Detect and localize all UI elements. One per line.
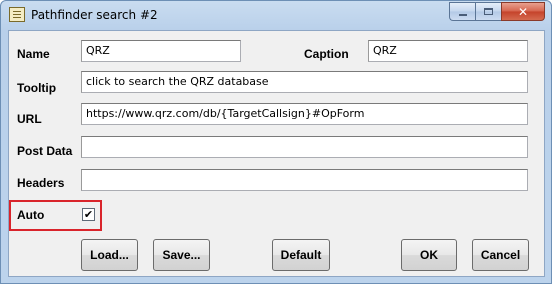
caption-field[interactable]: QRZ	[368, 40, 528, 62]
url-label: URL	[17, 112, 42, 126]
headers-field[interactable]	[81, 169, 528, 191]
caption-label: Caption	[304, 47, 349, 61]
auto-label: Auto	[17, 208, 45, 222]
cancel-button[interactable]: Cancel	[472, 239, 529, 271]
close-icon: ✕	[517, 4, 529, 19]
auto-checkbox[interactable]: ✔	[82, 208, 95, 221]
dialog-window: Pathfinder search #2 ✕ Name QRZ Caption …	[0, 0, 552, 284]
default-button[interactable]: Default	[272, 239, 330, 271]
headers-label: Headers	[17, 176, 65, 190]
tooltip-field[interactable]: click to search the QRZ database	[81, 71, 528, 93]
title-bar[interactable]: Pathfinder search #2 ✕	[1, 1, 551, 29]
check-mark-icon: ✔	[83, 208, 94, 221]
caption-buttons: ✕	[449, 2, 545, 21]
close-button[interactable]: ✕	[501, 2, 545, 21]
post-data-field[interactable]	[81, 136, 528, 158]
post-data-label: Post Data	[17, 144, 73, 158]
load-button[interactable]: Load...	[81, 239, 138, 271]
tooltip-label: Tooltip	[17, 81, 57, 95]
name-field[interactable]: QRZ	[81, 40, 241, 62]
url-field[interactable]: https://www.qrz.com/db/{TargetCallsign}#…	[81, 103, 528, 125]
minimize-icon	[458, 13, 467, 16]
maximize-icon	[484, 8, 493, 15]
app-icon	[9, 7, 25, 22]
ok-button[interactable]: OK	[401, 239, 457, 271]
save-button[interactable]: Save...	[153, 239, 210, 271]
dialog-body: Name QRZ Caption QRZ Tooltip click to se…	[8, 30, 545, 277]
name-label: Name	[17, 47, 50, 61]
minimize-button[interactable]	[449, 2, 475, 21]
maximize-button[interactable]	[475, 2, 501, 21]
window-title: Pathfinder search #2	[31, 8, 158, 22]
